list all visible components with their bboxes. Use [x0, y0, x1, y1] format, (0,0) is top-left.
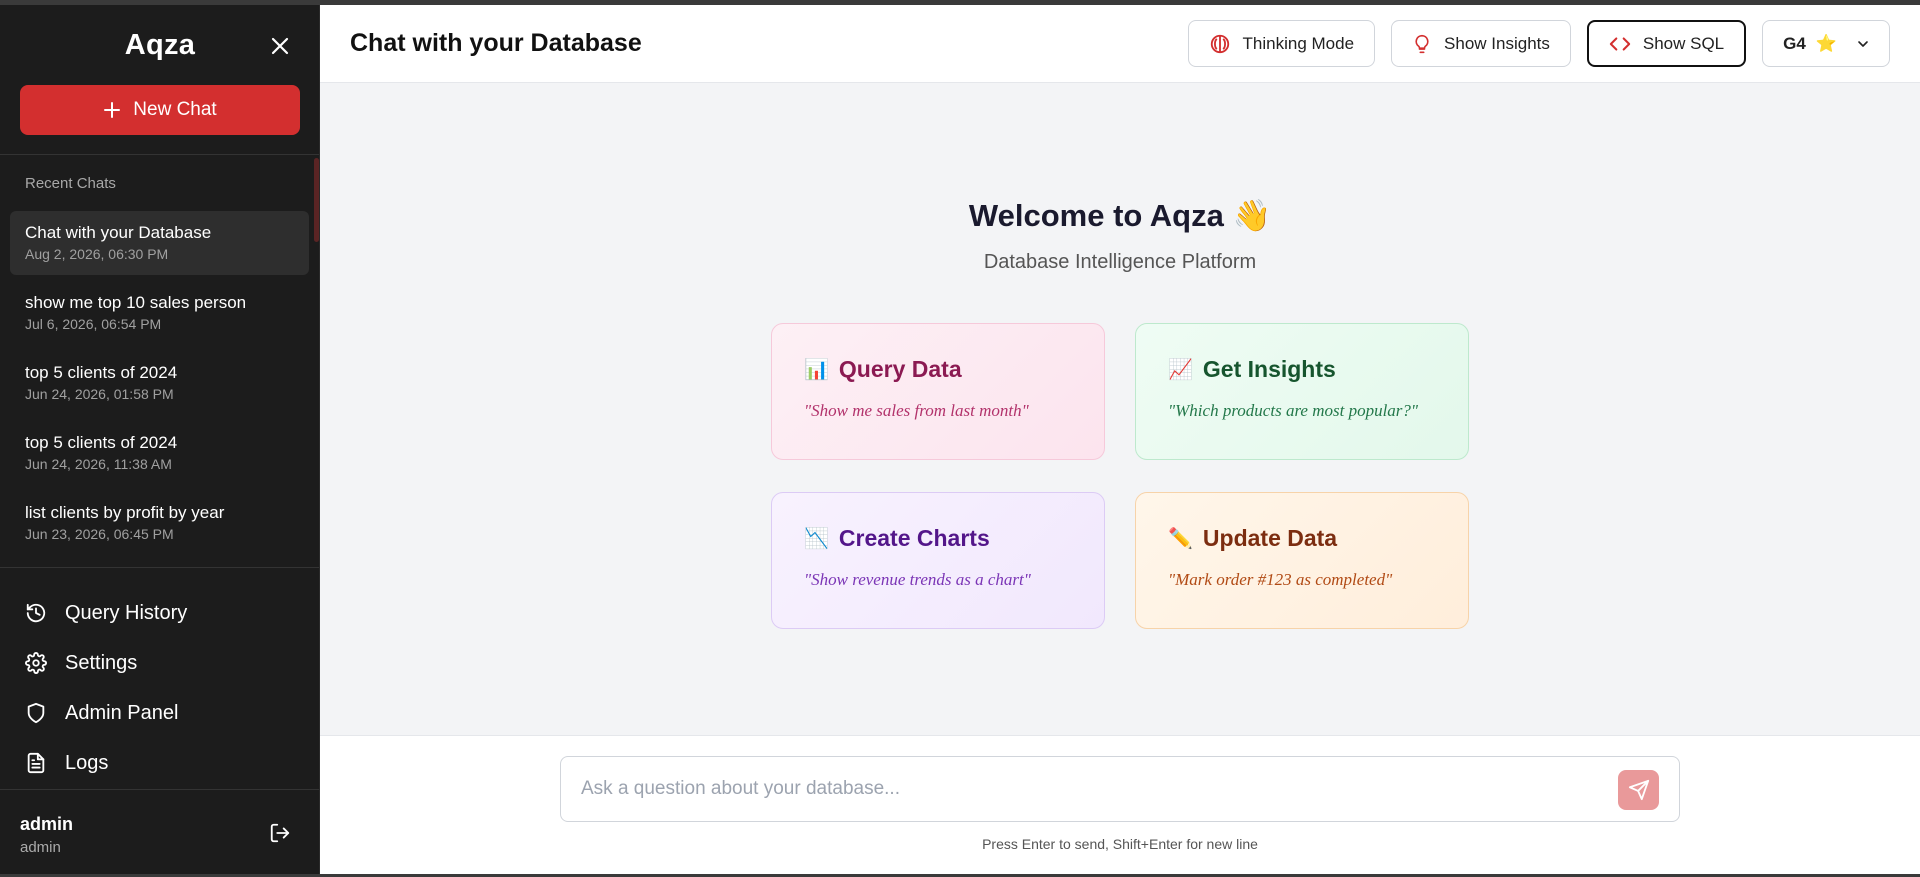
update-data-card[interactable]: ✏️ Update Data "Mark order #123 as compl…	[1135, 492, 1469, 629]
card-heading: 📊 Query Data	[804, 356, 1072, 383]
welcome-area: Welcome to Aqza 👋 Database Intelligence …	[320, 83, 1920, 735]
message-input[interactable]	[561, 757, 1601, 821]
sidebar-header: Aqza New Chat	[0, 5, 319, 155]
plus-icon	[104, 102, 121, 118]
sidebar-nav: Query History Settings Admin Panel Logs	[0, 568, 319, 790]
recent-chats-section: Recent Chats Chat with your Database Aug…	[0, 155, 319, 568]
star-icon: ⭐	[1815, 33, 1837, 53]
chat-date: Jun 24, 2026, 11:38 AM	[25, 456, 172, 472]
chat-title: list clients by profit by year	[25, 503, 225, 522]
chat-list-scrollbar[interactable]	[314, 158, 319, 242]
card-heading: 📉 Create Charts	[804, 525, 1072, 552]
chat-title: Chat with your Database	[25, 223, 212, 242]
chevron-down-icon	[1858, 40, 1868, 47]
suggestion-cards: 📊 Query Data "Show me sales from last mo…	[771, 323, 1471, 629]
chat-item[interactable]: top 5 clients of 2024 Jun 24, 2026, 01:5…	[10, 351, 309, 415]
logout-button[interactable]	[269, 822, 291, 849]
card-title: Create Charts	[838, 525, 990, 551]
chat-item[interactable]: show me top 10 sales person Jul 6, 2026,…	[10, 281, 309, 345]
composer-hint: Press Enter to send, Shift+Enter for new…	[982, 836, 1258, 852]
chat-title: show me top 10 sales person	[25, 293, 247, 312]
message-input-wrapper	[560, 756, 1680, 822]
lightbulb-icon	[1415, 34, 1429, 53]
chat-item[interactable]: Chat with your Database Aug 2, 2026, 06:…	[10, 211, 309, 275]
trend-up-icon: 📈	[1168, 359, 1193, 381]
chat-list: Chat with your Database Aug 2, 2026, 06:…	[0, 211, 319, 555]
model-selector[interactable]: G4 ⭐	[1762, 20, 1890, 67]
close-icon	[271, 37, 289, 55]
sidebar-item-label: Settings	[65, 651, 138, 674]
card-example: "Mark order #123 as completed"	[1168, 570, 1393, 589]
sidebar-item-settings[interactable]: Settings	[0, 638, 319, 688]
card-title: Get Insights	[1202, 356, 1336, 382]
history-icon	[26, 603, 46, 623]
card-example: "Show me sales from last month"	[804, 401, 1029, 420]
show-insights-button[interactable]: Show Insights	[1391, 20, 1571, 67]
trend-down-icon: 📉	[804, 528, 829, 550]
brain-icon	[1210, 34, 1229, 53]
create-charts-card[interactable]: 📉 Create Charts "Show revenue trends as …	[771, 492, 1105, 629]
user-profile: admin admin	[0, 790, 319, 874]
show-sql-button[interactable]: Show SQL	[1586, 20, 1747, 67]
thinking-mode-button[interactable]: Thinking Mode	[1187, 20, 1376, 67]
send-icon	[1628, 779, 1649, 801]
sidebar-item-admin-panel[interactable]: Admin Panel	[0, 688, 319, 738]
send-button[interactable]	[1618, 770, 1659, 810]
card-example: "Show revenue trends as a chart"	[804, 570, 1031, 589]
chat-title: top 5 clients of 2024	[25, 363, 178, 382]
recent-chats-heading: Recent Chats	[25, 175, 116, 192]
main-area: Chat with your Database Thinking Mode Sh…	[320, 5, 1920, 874]
sidebar-item-query-history[interactable]: Query History	[0, 588, 319, 638]
chat-item[interactable]: top 5 clients of 2024 Jun 24, 2026, 11:3…	[10, 421, 309, 485]
sidebar-item-label: Query History	[65, 601, 188, 624]
chat-date: Aug 2, 2026, 06:30 PM	[25, 246, 169, 262]
chat-date: Jul 6, 2026, 06:54 PM	[25, 316, 162, 332]
query-data-card[interactable]: 📊 Query Data "Show me sales from last mo…	[771, 323, 1105, 460]
card-title: Update Data	[1202, 525, 1338, 551]
welcome-subtitle: Database Intelligence Platform	[983, 251, 1257, 273]
code-icon	[1609, 36, 1631, 51]
welcome-title: Welcome to Aqza 👋	[968, 198, 1272, 233]
sidebar: Aqza New Chat Recent Chats Chat with you…	[0, 5, 320, 874]
show-insights-label: Show Insights	[1444, 33, 1550, 53]
chat-title: top 5 clients of 2024	[25, 433, 178, 452]
card-example: "Which products are most popular?"	[1168, 401, 1419, 420]
user-name: admin	[20, 814, 74, 834]
chat-date: Jun 24, 2026, 01:58 PM	[25, 386, 174, 402]
message-composer: Press Enter to send, Shift+Enter for new…	[320, 735, 1920, 874]
pencil-icon: ✏️	[1168, 528, 1193, 550]
close-sidebar-button[interactable]	[267, 33, 293, 59]
file-text-icon	[27, 752, 45, 774]
sidebar-item-label: Admin Panel	[65, 701, 179, 724]
bar-chart-icon: 📊	[804, 359, 829, 381]
page-title: Chat with your Database	[350, 29, 642, 57]
card-title: Query Data	[838, 356, 962, 382]
top-bar: Chat with your Database Thinking Mode Sh…	[320, 5, 1920, 83]
user-role: admin	[20, 839, 61, 856]
show-sql-label: Show SQL	[1642, 33, 1725, 53]
sidebar-item-logs[interactable]: Logs	[0, 738, 319, 788]
logout-icon	[270, 823, 290, 843]
sidebar-item-label: Logs	[65, 751, 109, 774]
gear-icon	[25, 652, 47, 674]
chat-date: Jun 23, 2026, 06:45 PM	[25, 526, 174, 542]
header-actions: Thinking Mode Show Insights Show SQL G4 …	[1187, 20, 1890, 67]
thinking-mode-label: Thinking Mode	[1242, 33, 1355, 53]
card-heading: ✏️ Update Data	[1168, 525, 1436, 552]
get-insights-card[interactable]: 📈 Get Insights "Which products are most …	[1135, 323, 1469, 460]
chat-item[interactable]: list clients by profit by year Jun 23, 2…	[10, 491, 309, 555]
card-heading: 📈 Get Insights	[1168, 356, 1436, 383]
app-window: Aqza New Chat Recent Chats Chat with you…	[0, 5, 1920, 874]
model-label: G4	[1783, 33, 1806, 53]
new-chat-label: New Chat	[133, 99, 217, 120]
shield-icon	[27, 702, 45, 724]
new-chat-button[interactable]: New Chat	[20, 85, 300, 135]
